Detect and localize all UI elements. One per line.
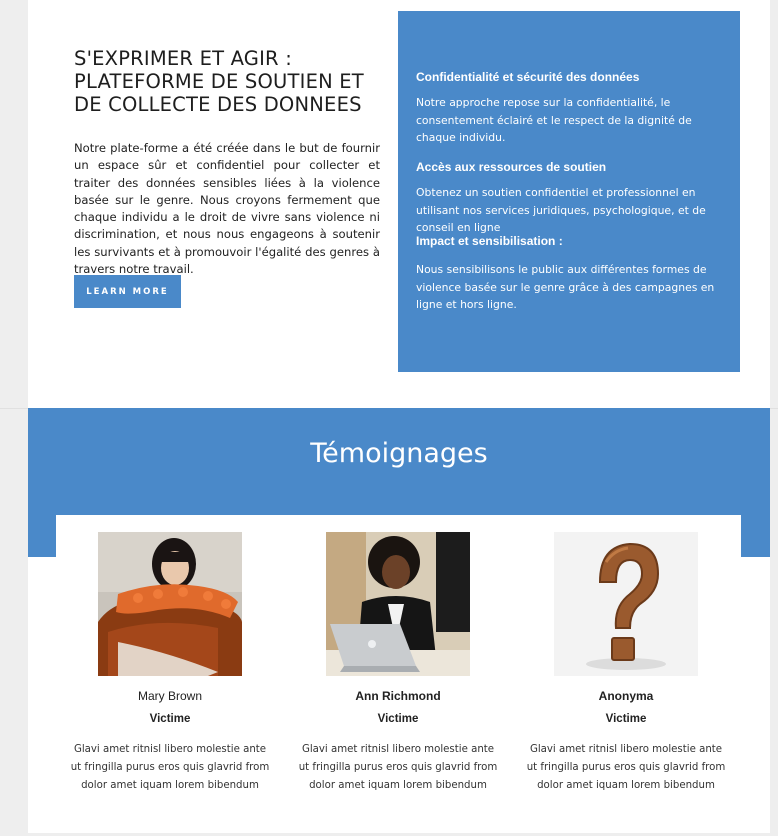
feature-support-resources: Accès aux ressources de soutien Obtenez … bbox=[416, 160, 724, 237]
person-name: Mary Brown bbox=[137, 689, 202, 703]
person-quote: Glavi amet ritnisl libero molestie ante … bbox=[526, 744, 726, 791]
features-box: Confidentialité et sécurité des données … bbox=[398, 11, 740, 372]
intro-text: Notre plate-forme a été créée dans le bu… bbox=[74, 141, 380, 277]
person-quote: Glavi amet ritnisl libero molestie ante … bbox=[298, 744, 498, 791]
person-name: Anonyma bbox=[598, 689, 654, 703]
learn-more-button[interactable]: LEARN MORE bbox=[74, 275, 181, 308]
testimonial-anonyma: Anonyma Victime Glavi amet ritnisl liber… bbox=[526, 532, 726, 795]
testimonial-mary-brown: Mary Brown Victime Glavi amet ritnisl li… bbox=[70, 532, 270, 795]
avatar-photo-woman-laptop bbox=[326, 532, 470, 676]
feature-text: Nous sensibilisons le public aux différe… bbox=[416, 263, 715, 311]
question-mark-icon bbox=[554, 532, 698, 676]
feature-title: Accès aux ressources de soutien bbox=[416, 160, 607, 174]
feature-text: Notre approche repose sur la confidentia… bbox=[416, 96, 692, 144]
testimonial-ann-richmond: Ann Richmond Victime Glavi amet ritnisl … bbox=[298, 532, 498, 795]
feature-confidentiality: Confidentialité et sécurité des données … bbox=[416, 70, 724, 147]
feature-title: Confidentialité et sécurité des données bbox=[416, 70, 640, 84]
avatar-photo-woman-orange-sweater bbox=[98, 532, 242, 676]
person-name: Ann Richmond bbox=[355, 689, 441, 703]
person-quote: Glavi amet ritnisl libero molestie ante … bbox=[70, 744, 270, 791]
testimonials-title: Témoignages bbox=[310, 438, 488, 469]
feature-text: Obtenez un soutien confidentiel et profe… bbox=[416, 186, 706, 234]
person-role: Victime bbox=[149, 713, 191, 725]
feature-title: Impact et sensibilisation : bbox=[416, 234, 563, 248]
person-role: Victime bbox=[605, 713, 647, 725]
intro-title: S'EXPRIMER ET AGIR : PLATEFORME DE SOUTI… bbox=[74, 47, 364, 116]
feature-impact: Impact et sensibilisation : Nous sensibi… bbox=[416, 234, 724, 314]
person-role: Victime bbox=[377, 713, 419, 725]
